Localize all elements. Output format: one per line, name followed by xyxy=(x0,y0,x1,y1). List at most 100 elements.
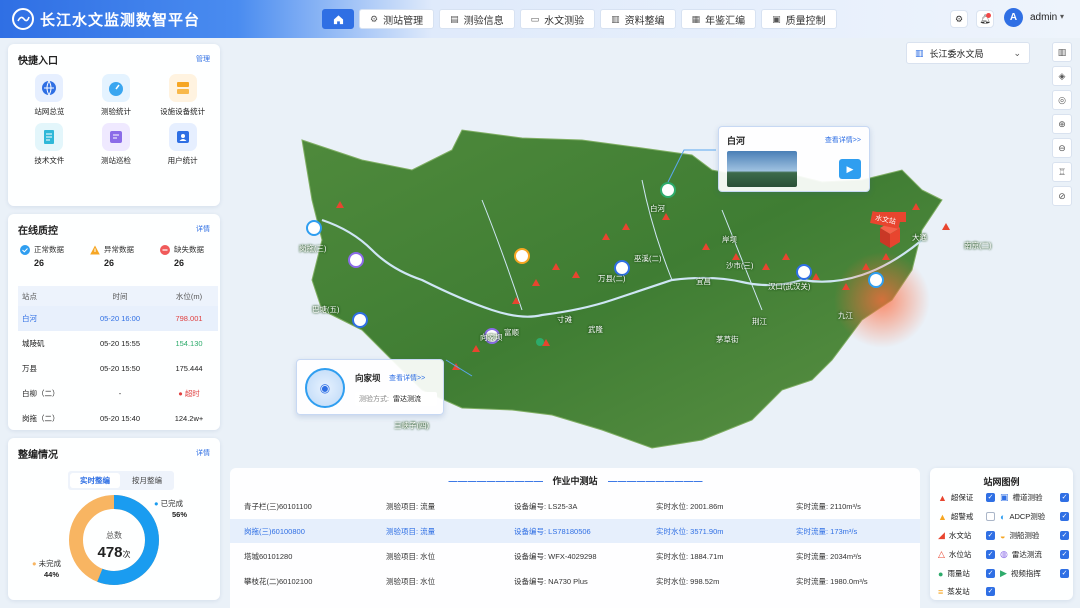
quick-station-overview[interactable]: 站网总览 xyxy=(16,74,83,117)
legend-label: 雷达测流 xyxy=(1011,550,1042,559)
nav-survey-info[interactable]: ▤ 测验信息 xyxy=(439,9,515,29)
boat-icon: ◒ xyxy=(1000,530,1006,541)
nav-hydrology-survey[interactable]: ▭ 水文测验 xyxy=(519,9,596,29)
alert-glow xyxy=(834,252,930,348)
legend-checkbox[interactable]: ✓ xyxy=(1060,531,1069,540)
timeout-text: 超时 xyxy=(184,389,200,398)
zoom-out-button[interactable]: ⊖ xyxy=(1052,138,1072,158)
notification-button[interactable]: 🔔︎ xyxy=(976,10,994,28)
legend-boat-survey: ◒ 测船测验 xyxy=(1000,530,1039,541)
zoom-in-button[interactable]: ⊕ xyxy=(1052,114,1072,134)
tab-monthly[interactable]: 按月整编 xyxy=(122,473,172,488)
chevron-down-icon[interactable]: ▾ xyxy=(1060,12,1064,21)
legend-label: 水文站 xyxy=(948,531,972,540)
manage-link[interactable]: 管理 xyxy=(196,54,210,64)
callout-detail-link[interactable]: 查看详情>> xyxy=(825,135,861,145)
avatar[interactable]: A xyxy=(1004,8,1023,27)
panel-title: 站网图例 xyxy=(983,477,1020,487)
map-label: 汉口(武汉关) xyxy=(768,282,811,291)
legend-checkbox[interactable]: ✓ xyxy=(986,587,995,596)
column-header: 水位(m) xyxy=(175,291,203,301)
legend-adcp-survey: ◐ ADCP测验 xyxy=(1000,511,1045,522)
stat-missing: 缺失数据 26 xyxy=(160,244,204,268)
legend-checkbox[interactable]: ✓ xyxy=(986,550,995,559)
legend-checkbox[interactable]: ✓ xyxy=(986,531,995,540)
table-row[interactable]: 攀枝花(二)60102100 测验项目: 水位 设备编号: NA730 Plus… xyxy=(230,569,920,593)
cell-station: 万县 xyxy=(22,364,37,373)
nav-quality-control[interactable]: ▣ 质量控制 xyxy=(761,9,837,29)
cell-flow: 实时流量: 2034m³/s xyxy=(796,551,862,561)
quick-facility-stats[interactable]: 设施设备统计 xyxy=(149,74,216,117)
callout-baihe[interactable]: 白河 查看详情>> ▶ xyxy=(718,126,870,192)
cell-time: 05-20 16:00 xyxy=(99,314,141,323)
legend-checkbox[interactable]: ✓ xyxy=(986,493,995,502)
quick-station-inspection[interactable]: 测站巡检 xyxy=(83,123,150,166)
layers-tool-button[interactable]: ▥ xyxy=(1052,42,1072,62)
map-label: 巫溪(二) xyxy=(634,254,662,263)
play-icon[interactable]: ▶ xyxy=(839,159,861,179)
legend-checkbox[interactable] xyxy=(986,512,995,521)
user-name[interactable]: admin xyxy=(1030,12,1057,23)
locate-tool-button[interactable]: ◎ xyxy=(1052,90,1072,110)
nav-home[interactable] xyxy=(322,9,354,29)
working-stations-panel: — — — — — — — — — — 作业中测站 — — — — — — — … xyxy=(230,468,920,608)
map-label: 大通 xyxy=(912,233,927,242)
legend-checkbox[interactable]: ✓ xyxy=(1060,550,1069,559)
nav-label: 资料整编 xyxy=(624,15,665,27)
cell-flow: 实时流量: 173m³/s xyxy=(796,526,858,536)
inspection-icon xyxy=(101,123,130,151)
cube-icon: ◈ xyxy=(1058,70,1066,81)
quick-tech-docs[interactable]: 技术文件 xyxy=(16,123,83,166)
legend-label: 槽道测验 xyxy=(1012,493,1043,502)
cell-level: 798.001 xyxy=(175,314,203,323)
check-circle-icon xyxy=(20,245,30,255)
table-row[interactable]: 白柳（二） - ● 超时 xyxy=(18,381,218,406)
callout-detail-link[interactable]: 查看详情>> xyxy=(389,373,425,383)
tab-realtime[interactable]: 实时整编 xyxy=(70,473,120,488)
measure-tool-button[interactable]: ⊘ xyxy=(1052,186,1072,206)
legend-checkbox[interactable]: ✓ xyxy=(1060,512,1069,521)
nav-station-management[interactable]: ⚙ 测站管理 xyxy=(359,9,435,29)
adcp-icon: ◐ xyxy=(1000,511,1006,522)
settings-button[interactable]: ⚙ xyxy=(950,10,968,28)
table-row[interactable]: 城陵矶 05-20 15:55 154.130 xyxy=(18,331,218,356)
cell-station: 岗拖（二） xyxy=(22,414,60,423)
legend-checkbox[interactable]: ✓ xyxy=(1060,493,1069,502)
map-label: 荆江 xyxy=(752,317,767,326)
3d-tool-button[interactable]: ◈ xyxy=(1052,66,1072,86)
online-quality-panel: 在线质控 详情 正常数据 26 异常数据 26 缺失数据 26 站点 时间 水位(m)… xyxy=(8,214,220,430)
table-row[interactable]: 岗拖(三)60100800 测验项目: 流量 设备编号: LS78180506 … xyxy=(230,519,920,543)
gauge-pole-icon: △ xyxy=(938,549,945,559)
table-row[interactable]: 白河 05-20 16:00 798.001 xyxy=(18,306,218,331)
legend-checkbox[interactable]: ✓ xyxy=(1060,569,1069,578)
callout-xiangjiaba[interactable]: ◉ 向家坝 查看详情>> 测验方式: 雷达测流 xyxy=(296,359,444,415)
table-row[interactable]: 万县 05-20 15:50 175.444 xyxy=(18,356,218,381)
legend-checkbox[interactable]: ✓ xyxy=(986,569,995,578)
quick-label: 用户统计 xyxy=(167,156,198,165)
method-label: 测验方式: xyxy=(359,396,389,403)
nav-yearbook[interactable]: ▦ 年鉴汇编 xyxy=(680,9,757,29)
working-title: 作业中测站 xyxy=(552,476,598,486)
table-row[interactable]: 岗拖（二） 05-20 15:40 124.2w+ xyxy=(18,406,218,431)
quick-user-stats[interactable]: 用户统计 xyxy=(149,123,216,166)
total-unit: 次 xyxy=(122,550,131,559)
region-select[interactable]: ▥ 长江委水文局 ⌄ xyxy=(906,42,1030,64)
detail-link[interactable]: 详情 xyxy=(196,224,210,234)
callout-title: 白河 xyxy=(727,136,746,146)
cell-level: 124.2w+ xyxy=(174,414,204,423)
clothing-tool-button[interactable]: ♖ xyxy=(1052,162,1072,182)
stat-abnormal: 异常数据 26 xyxy=(90,244,134,268)
detail-link[interactable]: 详情 xyxy=(196,448,210,458)
notification-dot xyxy=(986,13,991,18)
cell-station: 青子栏(三)60101100 xyxy=(244,501,312,511)
table-row[interactable]: 青子栏(三)60101100 测验项目: 流量 设备编号: LS25-3A 实时… xyxy=(230,494,920,518)
station-photo xyxy=(727,151,797,187)
cell-time: 05-20 15:55 xyxy=(99,339,141,348)
undone-label: ● 未完成 xyxy=(32,559,62,568)
legend-label: 雨量站 xyxy=(947,569,970,578)
quick-survey-stats[interactable]: 测验统计 xyxy=(83,74,150,117)
stat-label: 缺失数据 xyxy=(174,245,204,254)
legend-label: 水位站 xyxy=(948,550,972,559)
nav-data-compile[interactable]: ▥ 资料整编 xyxy=(600,9,676,29)
table-row[interactable]: 塔城60101280 测验项目: 水位 设备编号: WFX-4029298 实时… xyxy=(230,544,920,568)
